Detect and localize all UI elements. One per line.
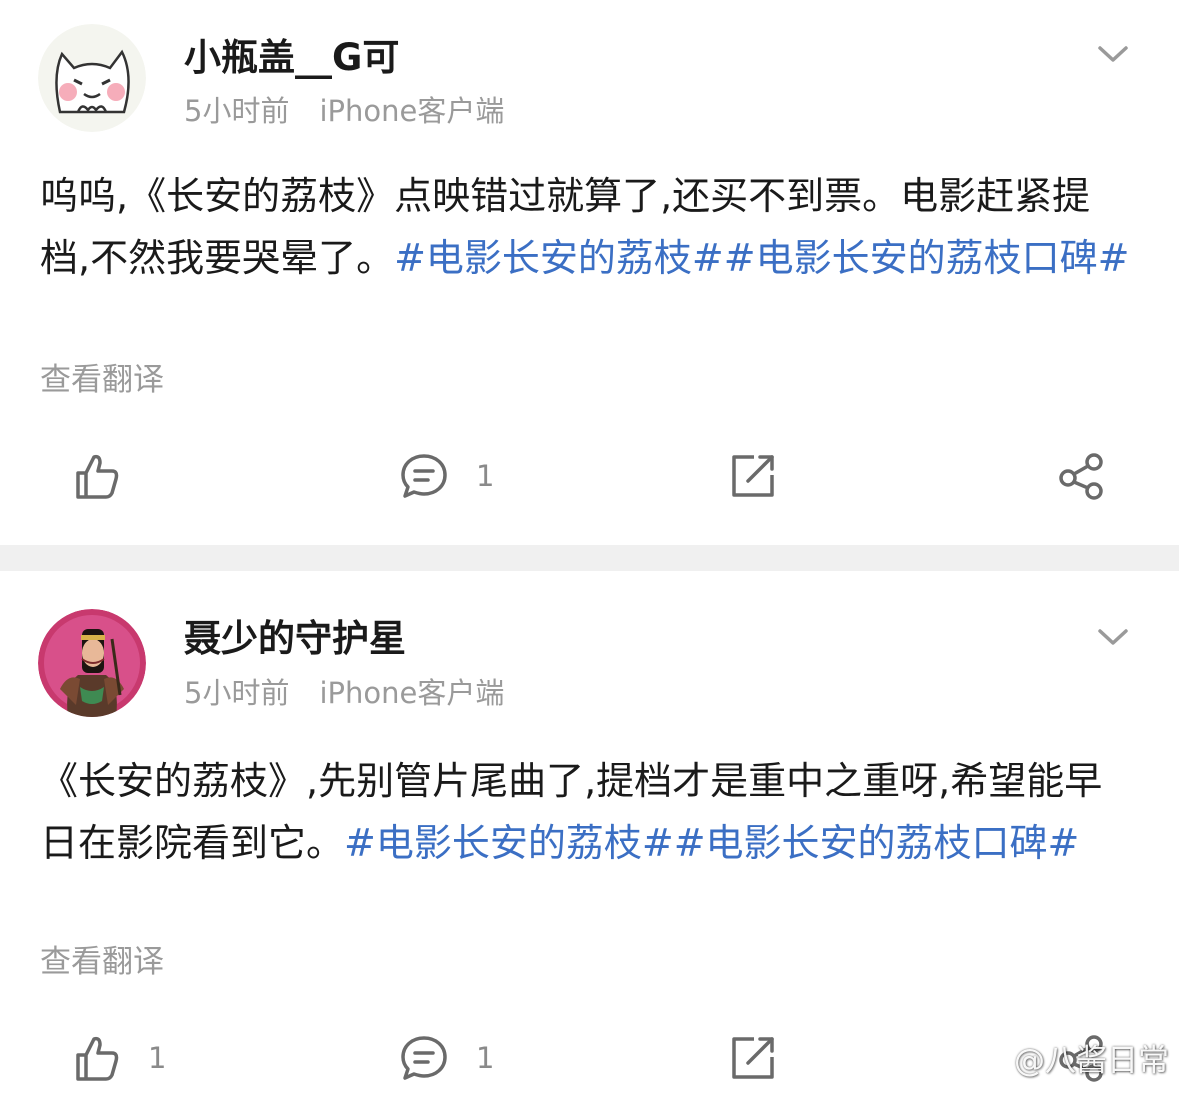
hashtag-link[interactable]: #电影长安的荔枝##电影长安的荔枝口碑# xyxy=(394,236,1129,280)
share-button[interactable] xyxy=(1056,446,1106,506)
chevron-down-icon[interactable] xyxy=(1096,42,1130,66)
watermark-text: @八酱日常 xyxy=(1014,1043,1169,1079)
like-count: 1 xyxy=(148,1041,167,1075)
avatar[interactable] xyxy=(38,609,146,717)
username[interactable]: 小瓶盖__G可 xyxy=(184,36,399,80)
comment-button[interactable]: 1 xyxy=(400,1028,494,1088)
repost-button[interactable] xyxy=(728,446,778,506)
warrior-woman-avatar-icon xyxy=(38,609,146,717)
like-button[interactable] xyxy=(72,446,148,506)
repost-button[interactable] xyxy=(728,1028,778,1088)
comment-feed: 小瓶盖__G可 5小时前 iPhone客户端 呜呜,《长安的荔枝》点映错过就算了,… xyxy=(0,0,1179,1094)
comment-card: 聂少的守护星 5小时前 iPhone客户端 《长安的荔枝》,先别管片尾曲了,提档才… xyxy=(0,571,1179,1094)
like-button[interactable]: 1 xyxy=(72,1028,166,1088)
share-icon xyxy=(1059,453,1103,500)
white-cat-avatar-icon xyxy=(38,24,146,132)
weibo-logo-icon xyxy=(968,1043,1007,1073)
hashtag-link[interactable]: #电影长安的荔枝##电影长安的荔枝口碑# xyxy=(344,821,1079,865)
post-time: 5小时前 xyxy=(184,94,290,128)
post-meta: 5小时前 iPhone客户端 xyxy=(184,675,504,711)
thumbs-up-icon xyxy=(76,1036,119,1081)
comment-count: 1 xyxy=(476,1041,495,1075)
comment-body: 《长安的荔枝》,先别管片尾曲了,提档才是重中之重呀,希望能早日在影院看到它。#电… xyxy=(40,750,1140,874)
chevron-down-icon[interactable] xyxy=(1096,625,1130,649)
comment-card: 小瓶盖__G可 5小时前 iPhone客户端 呜呜,《长安的荔枝》点映错过就算了,… xyxy=(0,0,1179,545)
post-meta: 5小时前 iPhone客户端 xyxy=(184,93,504,129)
post-time: 5小时前 xyxy=(184,676,290,710)
username[interactable]: 聂少的守护星 xyxy=(184,617,406,661)
post-source: iPhone客户端 xyxy=(319,94,505,128)
thumbs-up-icon xyxy=(76,454,119,499)
comment-icon xyxy=(401,1036,447,1080)
comment-body: 呜呜,《长安的荔枝》点映错过就算了,还买不到票。电影赶紧提档,不然我要哭晕了。#… xyxy=(40,165,1140,289)
repost-icon xyxy=(732,1037,774,1079)
watermark: @八酱日常 xyxy=(968,1035,1169,1080)
post-source: iPhone客户端 xyxy=(319,676,505,710)
divider xyxy=(0,545,1179,571)
repost-icon xyxy=(732,455,774,497)
avatar[interactable] xyxy=(38,24,146,132)
translate-link[interactable]: 查看翻译 xyxy=(40,942,164,982)
comment-button[interactable]: 1 xyxy=(400,446,494,506)
comment-icon xyxy=(401,454,447,498)
action-bar: 1 xyxy=(0,446,1179,506)
translate-link[interactable]: 查看翻译 xyxy=(40,360,164,400)
comment-count: 1 xyxy=(476,459,495,493)
